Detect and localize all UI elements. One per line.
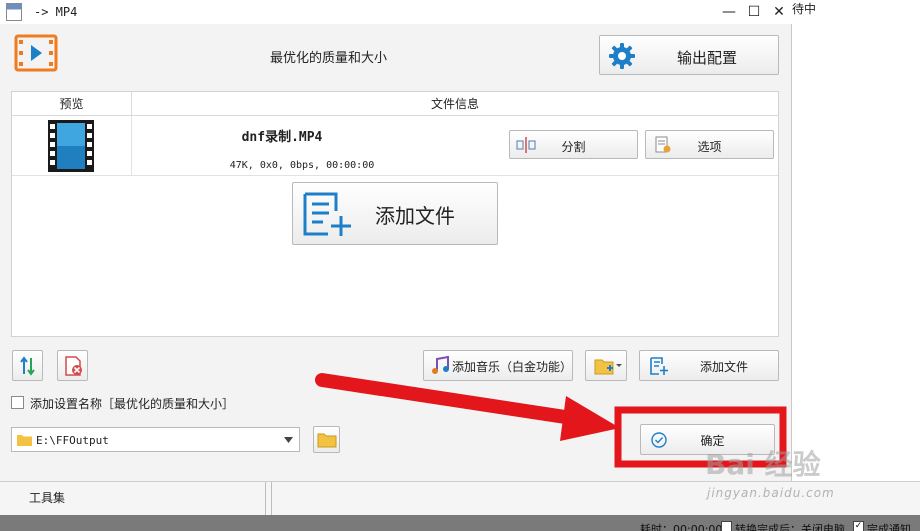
elapsed-time: 耗时：00:00:00: [640, 523, 723, 531]
film-strip-icon: [48, 120, 94, 172]
task-side-panel: 待中: [792, 0, 920, 481]
add-folder-icon: [594, 359, 622, 375]
preset-title: 最优化的质量和大小: [270, 51, 388, 66]
add-file-label: 添加文件: [699, 360, 748, 374]
file-row[interactable]: dnf录制.MP4 47K, 0x0, 0bps, 00:00:00 分割 选项: [12, 116, 778, 176]
file-name: dnf录制.MP4: [241, 130, 323, 145]
task-status-text: 待中: [792, 2, 817, 16]
title-bar: -> MP4 — ☐ ✕: [0, 0, 792, 24]
chevron-down-icon: [284, 437, 293, 443]
status-bar: 耗时：00:00:00 转换完成后：关闭电脑 ✓ 完成通知: [0, 515, 920, 531]
watermark-logo-text: Bai 经验: [705, 448, 821, 481]
split-button[interactable]: 分割: [509, 130, 638, 159]
notify-checkbox[interactable]: ✓: [853, 521, 864, 531]
add-file-large-button[interactable]: 添加文件: [292, 182, 498, 245]
toolbox-divider: [265, 482, 266, 516]
add-music-button[interactable]: 添加音乐（白金功能）: [423, 350, 573, 381]
video-format-icon: [14, 34, 58, 72]
preset-name-checkbox[interactable]: [11, 396, 24, 409]
toolbox-divider: [271, 482, 272, 516]
file-meta: 47K, 0x0, 0bps, 00:00:00: [229, 160, 375, 171]
add-file-large-label: 添加文件: [375, 204, 455, 228]
output-folder-path: E:\FFOutput: [36, 434, 109, 447]
add-file-small-icon: [650, 357, 668, 375]
sort-arrows-icon: [20, 356, 35, 376]
column-header-preview: 预览: [12, 92, 132, 116]
converter-dialog: -> MP4 — ☐ ✕ 最优化的质量和大小 输出配置 预览 文件信息 dnf录…: [0, 0, 792, 481]
sort-button[interactable]: [12, 350, 43, 381]
shutdown-checkbox[interactable]: [721, 521, 732, 531]
folder-icon: [17, 435, 32, 446]
dialog-header: 最优化的质量和大小 输出配置: [0, 24, 792, 88]
split-label: 分割: [561, 140, 586, 154]
window-title: -> MP4: [34, 5, 78, 19]
maximize-button[interactable]: ☐: [743, 2, 765, 22]
output-config-label: 输出配置: [676, 49, 737, 67]
output-folder-select[interactable]: E:\FFOutput: [11, 427, 300, 452]
output-config-button[interactable]: 输出配置: [599, 35, 779, 75]
shutdown-label: 转换完成后：关闭电脑: [735, 523, 845, 531]
notify-label: 完成通知: [867, 523, 911, 531]
add-file-icon: [303, 192, 351, 236]
file-list-header: 预览 文件信息: [12, 92, 778, 116]
minimize-button[interactable]: —: [718, 2, 740, 22]
toolbox-tab[interactable]: 工具集: [29, 489, 65, 506]
preset-name-checkbox-label: 添加设置名称［最优化的质量和大小］: [30, 397, 235, 411]
options-label: 选项: [697, 140, 722, 154]
watermark-url: jingyan.baidu.com: [707, 486, 835, 500]
add-file-button[interactable]: 添加文件: [639, 350, 779, 381]
open-folder-icon: [317, 433, 337, 448]
baidu-watermark-logo: Bai 经验: [705, 448, 821, 481]
add-music-label: 添加音乐（白金功能）: [452, 360, 573, 374]
options-button[interactable]: 选项: [645, 130, 774, 159]
browse-folder-button[interactable]: [313, 426, 340, 453]
preview-cell: [12, 116, 132, 176]
remove-file-button[interactable]: [57, 350, 88, 381]
music-note-icon: [432, 356, 449, 374]
close-button[interactable]: ✕: [768, 2, 790, 22]
column-header-file-info: 文件信息: [430, 97, 479, 111]
remove-file-icon: [65, 356, 82, 376]
app-icon: [6, 3, 22, 21]
add-folder-button[interactable]: [585, 350, 627, 381]
